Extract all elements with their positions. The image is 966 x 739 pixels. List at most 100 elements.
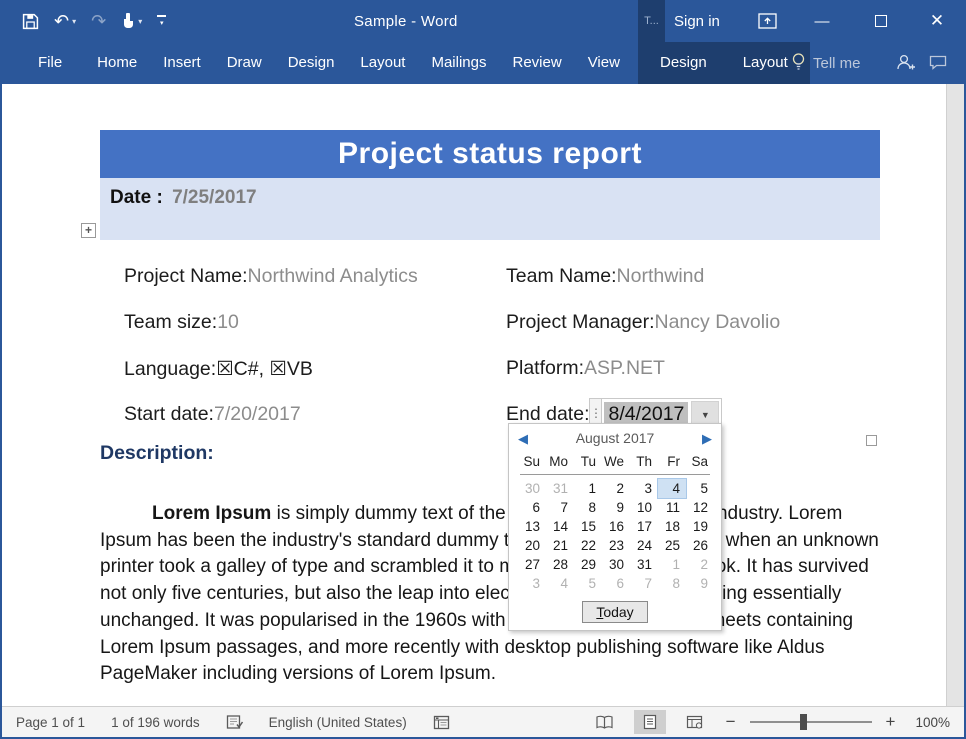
calendar-day[interactable]: 20 bbox=[518, 536, 546, 555]
calendar-day[interactable]: 5 bbox=[686, 479, 714, 498]
calendar-day[interactable]: 9 bbox=[602, 498, 630, 517]
calendar-day[interactable]: 12 bbox=[686, 498, 714, 517]
calendar-day[interactable]: 4 bbox=[546, 574, 574, 593]
calendar-day[interactable]: 28 bbox=[546, 555, 574, 574]
calendar-day[interactable]: 30 bbox=[518, 479, 546, 498]
tab-layout[interactable]: Layout bbox=[347, 42, 418, 84]
date-value[interactable]: 7/25/2017 bbox=[172, 187, 257, 208]
maximize-button[interactable] bbox=[864, 0, 898, 42]
status-bar: Page 1 of 1 1 of 196 words English (Unit… bbox=[2, 706, 964, 737]
calendar-day[interactable]: 13 bbox=[518, 517, 546, 536]
tab-home[interactable]: Home bbox=[84, 42, 150, 84]
share-person-icon[interactable] bbox=[895, 52, 917, 77]
next-month-icon[interactable]: ▶ bbox=[702, 432, 712, 445]
calendar-day[interactable]: 22 bbox=[574, 536, 602, 555]
calendar-day[interactable]: 6 bbox=[602, 574, 630, 593]
calendar-day[interactable]: 2 bbox=[686, 555, 714, 574]
calendar-day[interactable]: 23 bbox=[602, 536, 630, 555]
field-value[interactable]: Nancy Davolio bbox=[655, 311, 781, 333]
calendar-day[interactable]: 31 bbox=[630, 555, 658, 574]
table-resize-handle[interactable] bbox=[866, 435, 877, 446]
calendar-day[interactable]: 3 bbox=[518, 574, 546, 593]
read-mode-icon[interactable] bbox=[586, 711, 623, 734]
calendar-day[interactable]: 21 bbox=[546, 536, 574, 555]
ribbon-display-options-icon[interactable] bbox=[758, 12, 778, 30]
calendar-day[interactable]: 6 bbox=[518, 498, 546, 517]
minimize-button[interactable]: — bbox=[805, 0, 839, 42]
language-status[interactable]: English (United States) bbox=[269, 715, 407, 730]
macro-recording-icon[interactable] bbox=[433, 715, 450, 730]
calendar-day[interactable]: 8 bbox=[658, 574, 686, 593]
tab-draw[interactable]: Draw bbox=[214, 42, 275, 84]
calendar-day[interactable]: 1 bbox=[658, 555, 686, 574]
calendar-day[interactable]: 24 bbox=[630, 536, 658, 555]
tab-file[interactable]: File bbox=[22, 42, 78, 84]
calendar-day[interactable]: 16 bbox=[602, 517, 630, 536]
zoom-slider-thumb[interactable] bbox=[800, 714, 807, 730]
end-date-label: End date: bbox=[506, 398, 589, 426]
zoom-slider[interactable] bbox=[750, 721, 872, 723]
calendar-day[interactable]: 25 bbox=[658, 536, 686, 555]
calendar-day[interactable]: 9 bbox=[686, 574, 714, 593]
field-value[interactable]: ASP.NET bbox=[584, 357, 665, 379]
date-label: Date : bbox=[110, 187, 163, 208]
close-button[interactable]: ✕ bbox=[920, 0, 954, 42]
field-value[interactable]: Northwind bbox=[617, 265, 705, 287]
tab-view[interactable]: View bbox=[575, 42, 633, 84]
calendar-day[interactable]: 8 bbox=[574, 498, 602, 517]
calendar-day-selected[interactable]: 4 bbox=[658, 479, 686, 498]
save-icon[interactable] bbox=[22, 13, 39, 30]
calendar-day[interactable]: 7 bbox=[630, 574, 658, 593]
today-button[interactable]: Today bbox=[582, 601, 647, 623]
field-value[interactable]: 10 bbox=[217, 311, 239, 333]
calendar-day[interactable]: 19 bbox=[686, 517, 714, 536]
sign-in-button[interactable]: Sign in bbox=[666, 0, 728, 42]
calendar-month-label: August 2017 bbox=[528, 430, 702, 446]
field-start-date: Start date:7/20/2017 bbox=[124, 398, 506, 444]
field-value[interactable]: ☒C#, ☒VB bbox=[216, 358, 313, 380]
date-picker-calendar: ◀ August 2017 ▶ SuMoTuWeThFrSa 303112345… bbox=[508, 423, 722, 631]
touch-mode-button[interactable]: ▾ bbox=[121, 13, 142, 29]
table-tools-group-label: T... bbox=[638, 0, 665, 42]
calendar-day[interactable]: 15 bbox=[574, 517, 602, 536]
tab-review[interactable]: Review bbox=[500, 42, 575, 84]
word-count-status[interactable]: 1 of 196 words bbox=[111, 715, 200, 730]
zoom-out-button[interactable]: − bbox=[723, 712, 739, 732]
calendar-day[interactable]: 1 bbox=[574, 479, 602, 498]
field-label: Team size: bbox=[124, 311, 217, 333]
print-layout-icon[interactable] bbox=[634, 710, 666, 734]
page-number-status[interactable]: Page 1 of 1 bbox=[16, 715, 85, 730]
calendar-day[interactable]: 14 bbox=[546, 517, 574, 536]
calendar-day[interactable]: 2 bbox=[602, 479, 630, 498]
comment-icon[interactable] bbox=[929, 55, 947, 75]
tab-design[interactable]: Design bbox=[275, 42, 348, 84]
calendar-day[interactable]: 5 bbox=[574, 574, 602, 593]
table-move-handle-icon[interactable]: + bbox=[81, 223, 96, 238]
calendar-day[interactable]: 11 bbox=[658, 498, 686, 517]
previous-month-icon[interactable]: ◀ bbox=[518, 432, 528, 445]
contextual-tab-design[interactable]: Design bbox=[642, 42, 725, 84]
undo-button[interactable]: ↶▾ bbox=[54, 12, 76, 30]
calendar-day[interactable]: 29 bbox=[574, 555, 602, 574]
zoom-level[interactable]: 100% bbox=[915, 715, 950, 730]
calendar-day[interactable]: 31 bbox=[546, 479, 574, 498]
tab-insert[interactable]: Insert bbox=[150, 42, 214, 84]
calendar-day[interactable]: 27 bbox=[518, 555, 546, 574]
calendar-day[interactable]: 7 bbox=[546, 498, 574, 517]
calendar-day[interactable]: 26 bbox=[686, 536, 714, 555]
tell-me-button[interactable]: Tell me bbox=[791, 42, 861, 84]
field-value[interactable]: 7/20/2017 bbox=[214, 403, 301, 425]
calendar-separator bbox=[520, 474, 710, 475]
calendar-day[interactable]: 18 bbox=[658, 517, 686, 536]
customize-qat-icon[interactable]: ▾ bbox=[157, 15, 166, 27]
page-margin-strip bbox=[946, 84, 964, 706]
calendar-day[interactable]: 17 bbox=[630, 517, 658, 536]
field-value[interactable]: Northwind Analytics bbox=[248, 265, 418, 287]
tab-mailings[interactable]: Mailings bbox=[418, 42, 499, 84]
zoom-in-button[interactable]: + bbox=[883, 712, 899, 732]
calendar-day[interactable]: 30 bbox=[602, 555, 630, 574]
proofing-errors-icon[interactable] bbox=[226, 714, 245, 731]
calendar-day[interactable]: 3 bbox=[630, 479, 658, 498]
calendar-day[interactable]: 10 bbox=[630, 498, 658, 517]
web-layout-icon[interactable] bbox=[677, 711, 712, 733]
